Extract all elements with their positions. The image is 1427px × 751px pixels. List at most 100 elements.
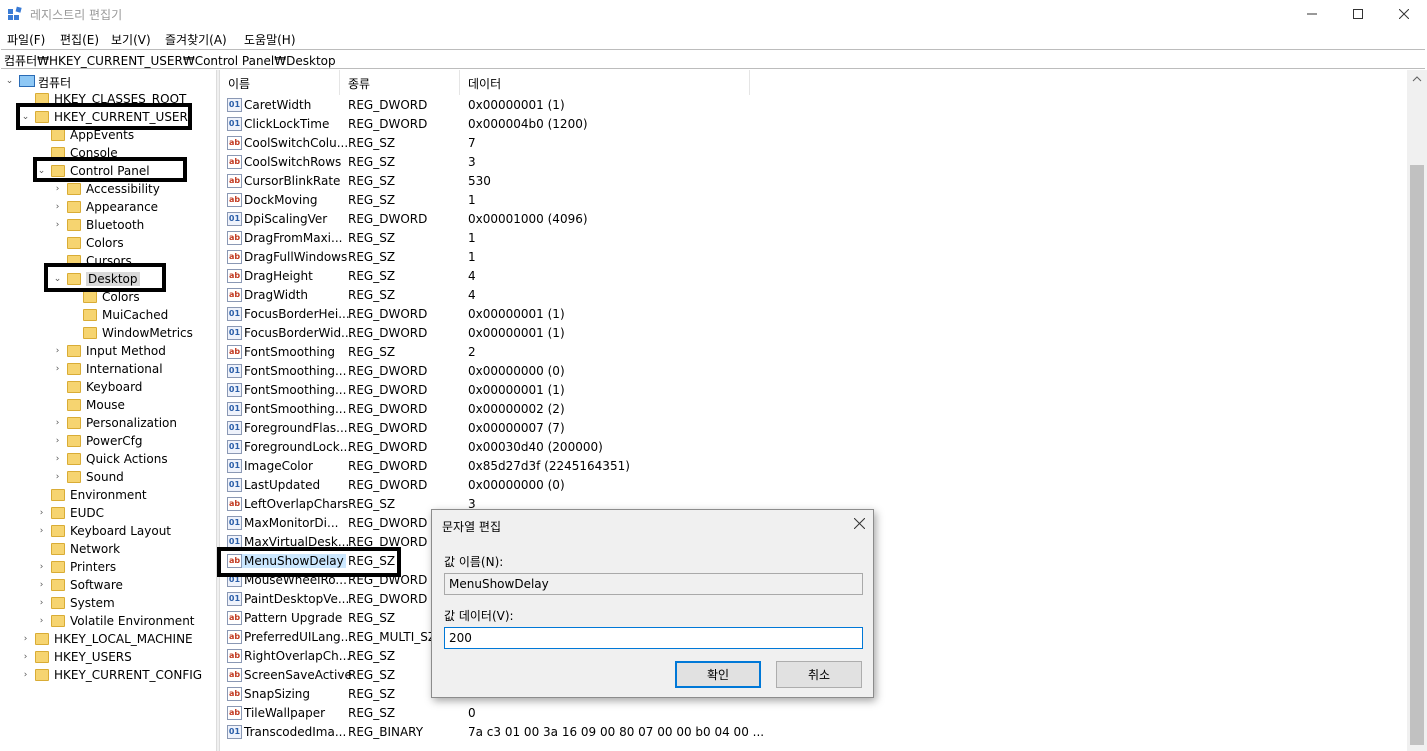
value-name: DragWidth — [244, 288, 309, 302]
cancel-button[interactable]: 취소 — [776, 661, 862, 688]
menu-view[interactable]: 보기(V) — [111, 31, 151, 48]
maximize-icon — [1353, 9, 1363, 19]
value-row[interactable]: ab CoolSwitchColu... REG_SZ 7 — [220, 134, 1407, 153]
value-row[interactable]: 01 FontSmoothing... REG_DWORD 0x00000000 (0… — [220, 362, 1407, 381]
chevron-right-icon[interactable]: › — [53, 473, 62, 482]
tree-node-label: Input Method — [86, 344, 166, 358]
value-data: 1 — [468, 250, 476, 264]
value-row[interactable]: ab CoolSwitchRows REG_SZ 3 — [220, 153, 1407, 172]
value-row[interactable]: ab DragWidth REG_SZ 4 — [220, 286, 1407, 305]
string-value-icon: ab — [227, 497, 242, 511]
chevron-right-icon[interactable]: › — [53, 203, 62, 212]
value-row[interactable]: 01 DpiScalingVer REG_DWORD 0x00001000 (4096… — [220, 210, 1407, 229]
computer-icon — [19, 75, 35, 87]
binary-value-icon: 01 — [227, 440, 242, 454]
close-button[interactable] — [1381, 0, 1427, 28]
chevron-down-icon[interactable]: ⌄ — [5, 77, 14, 86]
value-row[interactable]: ab FontSmoothing REG_SZ 2 — [220, 343, 1407, 362]
tree-node-label: Appearance — [86, 200, 159, 214]
folder-icon — [51, 129, 65, 141]
string-value-icon: ab — [227, 269, 242, 283]
scrollbar-thumb[interactable] — [1410, 165, 1424, 745]
tree-node-label: Quick Actions — [86, 452, 168, 466]
menu-help[interactable]: 도움말(H) — [244, 31, 296, 48]
value-row[interactable]: ab CursorBlinkRate REG_SZ 530 — [220, 172, 1407, 191]
value-type: REG_SZ — [348, 269, 396, 283]
chevron-right-icon[interactable]: › — [37, 617, 46, 626]
menu-edit[interactable]: 편집(E) — [60, 31, 99, 48]
value-row[interactable]: ab TileWallpaper REG_SZ 0 — [220, 704, 1407, 723]
string-value-icon: ab — [227, 668, 242, 682]
close-icon — [1399, 9, 1409, 19]
column-header-name[interactable]: 이름 — [220, 70, 340, 95]
value-row[interactable]: 01 FontSmoothing... REG_DWORD 0x00000001 (1… — [220, 381, 1407, 400]
value-type: REG_SZ — [348, 193, 396, 207]
value-row[interactable]: 01 LastUpdated REG_DWORD 0x00000000 (0) — [220, 476, 1407, 495]
tree-node-label: HKEY_USERS — [54, 650, 132, 664]
value-row[interactable]: 01 ClickLockTime REG_DWORD 0x000004b0 (1200… — [220, 115, 1407, 134]
chevron-right-icon[interactable]: › — [21, 653, 30, 662]
chevron-right-icon[interactable]: › — [53, 365, 62, 374]
tree-node-label: Sound — [86, 470, 124, 484]
chevron-right-icon[interactable]: › — [37, 563, 46, 572]
value-row[interactable]: 01 ImageColor REG_DWORD 0x85d27d3f (2245164… — [220, 457, 1407, 476]
chevron-right-icon[interactable]: › — [53, 185, 62, 194]
value-name: FocusBorderWid... — [244, 326, 353, 340]
chevron-right-icon[interactable]: › — [21, 635, 30, 644]
ok-button[interactable]: 확인 — [675, 661, 761, 688]
value-name: RightOverlapCh... — [244, 649, 351, 663]
chevron-right-icon[interactable]: › — [37, 581, 46, 590]
value-row[interactable]: 01 ForegroundLock... REG_DWORD 0x00030d40 (… — [220, 438, 1407, 457]
value-row[interactable]: ab DragFullWindows REG_SZ 1 — [220, 248, 1407, 267]
folder-icon — [67, 219, 81, 231]
value-row[interactable]: ab DragFromMaxi... REG_SZ 1 — [220, 229, 1407, 248]
binary-value-icon: 01 — [227, 516, 242, 530]
tree-node-label: Volatile Environment — [70, 614, 195, 628]
chevron-right-icon[interactable]: › — [53, 347, 62, 356]
title-bar[interactable]: 레지스트리 편집기 — [0, 0, 1427, 28]
chevron-right-icon[interactable]: › — [37, 509, 46, 518]
registry-app-icon — [8, 6, 22, 20]
value-row[interactable]: ab DockMoving REG_SZ 1 — [220, 191, 1407, 210]
vertical-scrollbar[interactable] — [1407, 70, 1427, 751]
chevron-right-icon[interactable]: › — [53, 419, 62, 428]
value-row[interactable]: 01 FocusBorderHei... REG_DWORD 0x00000001 (… — [220, 305, 1407, 324]
value-row[interactable]: 01 TranscodedIma... REG_BINARY 7a c3 01 00 … — [220, 723, 1407, 742]
string-value-icon: ab — [227, 174, 242, 188]
value-data: 7 — [468, 136, 476, 150]
value-row[interactable]: 01 FontSmoothing... REG_DWORD 0x00000002 (2… — [220, 400, 1407, 419]
chevron-right-icon[interactable]: › — [53, 455, 62, 464]
maximize-button[interactable] — [1335, 0, 1381, 28]
chevron-right-icon[interactable]: › — [53, 437, 62, 446]
value-name: TranscodedIma... — [244, 725, 347, 739]
value-name-label: 값 이름(N): — [444, 555, 504, 569]
string-value-icon: ab — [227, 231, 242, 245]
value-name: FontSmoothing — [244, 345, 335, 359]
column-header-data[interactable]: 데이터 — [460, 70, 750, 95]
value-type: REG_SZ — [348, 231, 396, 245]
value-row[interactable]: 01 FocusBorderWid... REG_DWORD 0x00000001 (… — [220, 324, 1407, 343]
scroll-up-icon[interactable] — [1407, 72, 1427, 86]
chevron-right-icon[interactable]: › — [37, 527, 46, 536]
column-header-type[interactable]: 종류 — [340, 70, 460, 95]
value-name: PaintDesktopVe... — [244, 592, 350, 606]
value-type: REG_DWORD — [348, 592, 428, 606]
value-name: DragFullWindows — [244, 250, 348, 264]
address-path: 컴퓨터₩HKEY_CURRENT_USER₩Control Panel₩Desk… — [4, 54, 336, 68]
value-row[interactable]: 01 CaretWidth REG_DWORD 0x00000001 (1) — [220, 96, 1407, 115]
highlight-desktop — [44, 263, 166, 292]
string-value-icon: ab — [227, 687, 242, 701]
value-row[interactable]: 01 ForegroundFlas... REG_DWORD 0x00000007 (… — [220, 419, 1407, 438]
menu-favorites[interactable]: 즐겨찾기(A) — [165, 31, 227, 48]
value-data: 0x00000002 (2) — [468, 402, 565, 416]
chevron-right-icon[interactable]: › — [21, 671, 30, 680]
minimize-button[interactable] — [1289, 0, 1335, 28]
chevron-right-icon[interactable]: › — [37, 599, 46, 608]
folder-icon — [35, 633, 49, 645]
dialog-close-button[interactable] — [853, 515, 866, 533]
value-row[interactable]: ab DragHeight REG_SZ 4 — [220, 267, 1407, 286]
menu-file[interactable]: 파일(F) — [7, 31, 45, 48]
address-bar[interactable]: 컴퓨터₩HKEY_CURRENT_USER₩Control Panel₩Desk… — [1, 49, 1425, 69]
chevron-right-icon[interactable]: › — [53, 221, 62, 230]
value-data-input[interactable]: 200 — [444, 627, 863, 649]
